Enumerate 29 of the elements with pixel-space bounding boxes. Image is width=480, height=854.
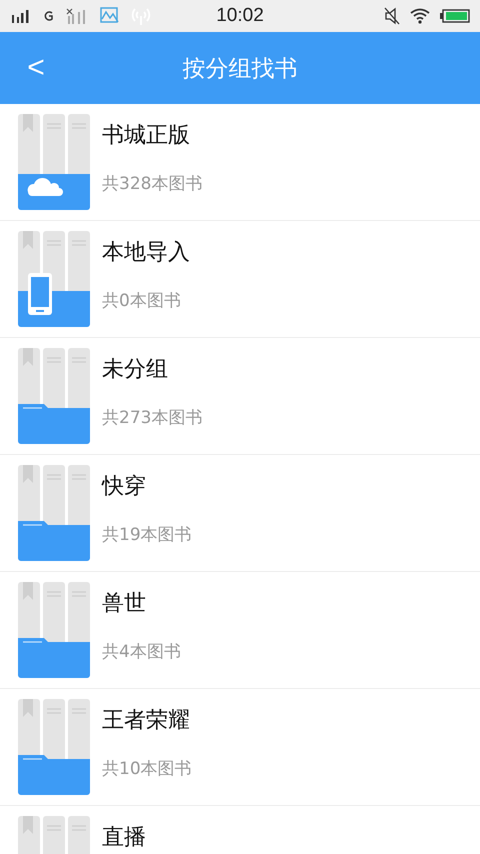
group-item[interactable]: 快穿 共19本图书 [0,455,480,572]
network-icon [44,10,56,22]
book-count: 共19本图书 [102,525,192,545]
group-name: 未分组 [102,358,169,382]
group-name: 本地导入 [102,241,190,265]
book-count: 共4本图书 [102,642,181,662]
group-item[interactable]: 兽世 共4本图书 [0,572,480,689]
book-count: 共10本图书 [102,759,192,779]
folder-cloud-icon [18,114,90,210]
group-name: 直播 [102,826,146,850]
book-count: 共0本图书 [102,291,182,311]
wifi-icon [410,8,430,24]
group-name: 兽世 [102,592,147,616]
page-title: 按分组找书 [182,54,298,84]
group-name: 快穿 [102,475,147,499]
mute-icon [384,7,400,25]
battery-icon [440,9,470,23]
group-item[interactable]: 书城正版 共328本图书 [0,104,480,221]
group-item[interactable]: 王者荣耀 共10本图书 [0,689,480,806]
book-count: 共328本图书 [102,174,202,194]
image-icon [100,7,120,25]
group-item[interactable]: 本地导入 共0本图书 [0,221,480,338]
book-count: 共273本图书 [102,408,202,428]
group-item[interactable]: 直播 [0,806,480,854]
folder-phone-icon [18,231,90,327]
group-item[interactable]: 未分组 共273本图书 [0,338,480,455]
group-name: 王者荣耀 [102,709,191,733]
group-name: 书城正版 [102,124,191,148]
clock: 10:02 [216,5,264,27]
